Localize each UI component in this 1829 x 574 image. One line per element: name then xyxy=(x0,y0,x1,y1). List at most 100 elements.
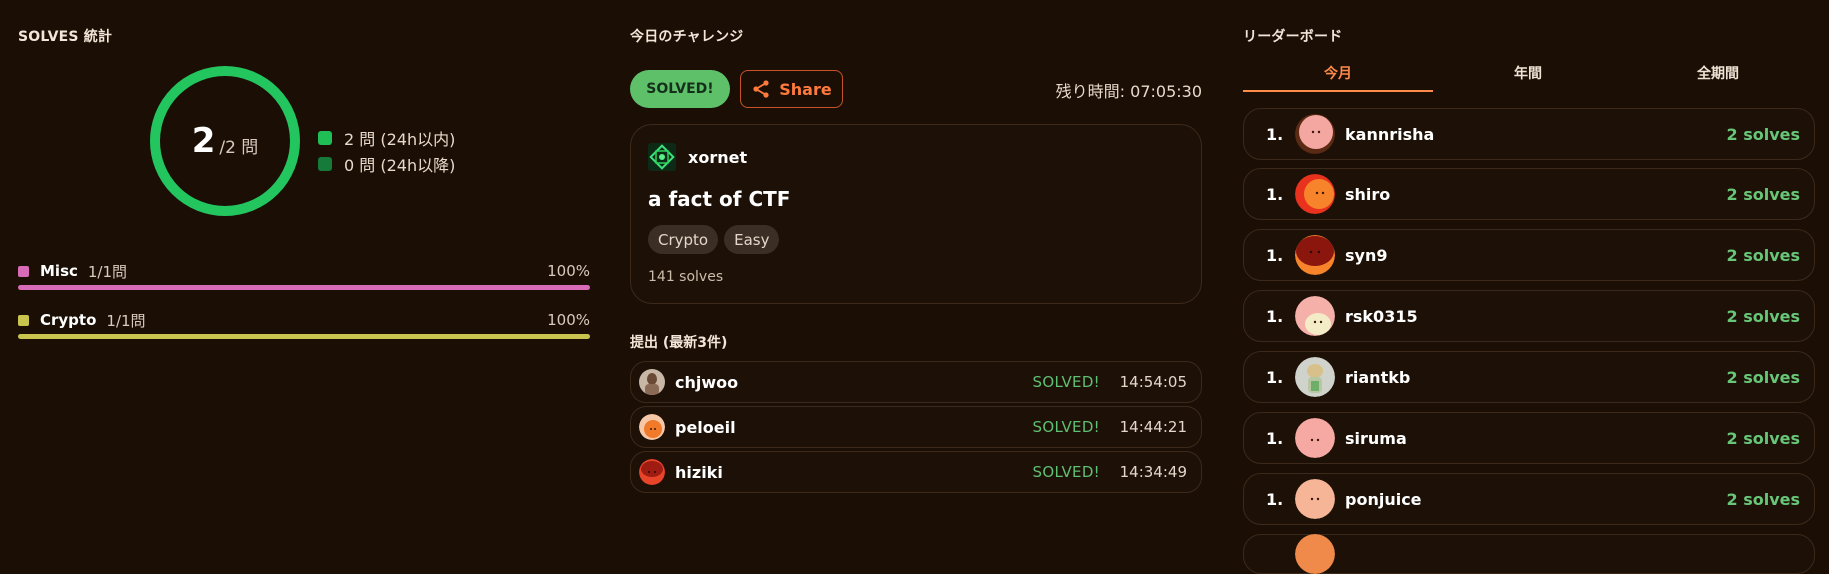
leaderboard-row[interactable]: 1. ponjuice 2 solves xyxy=(1243,473,1815,525)
submission-status: SOLVED! xyxy=(1032,463,1100,481)
legend-label-older: 0 問 (24h以降) xyxy=(344,156,456,175)
leaderboard-solves: 2 solves xyxy=(1726,489,1800,509)
submission-status: SOLVED! xyxy=(1032,418,1100,436)
leaderboard-user[interactable]: riantkb xyxy=(1345,368,1410,387)
leaderboard-rank: 1. xyxy=(1266,489,1284,509)
leaderboard-tabs: 今月 年間 全期間 xyxy=(1243,64,1815,92)
tab-all-time[interactable]: 全期間 xyxy=(1623,64,1813,92)
leaderboard-rank: 1. xyxy=(1266,367,1284,387)
daily-challenge-panel: 今日のチャレンジ SOLVED! Share 残り時間: 07:05:30 xo… xyxy=(630,0,1202,561)
leaderboard-rank: 1. xyxy=(1266,184,1284,204)
user-avatar xyxy=(639,414,665,440)
leaderboard-row-partial[interactable] xyxy=(1243,534,1815,574)
category-row-misc: Misc 1/1問 100% xyxy=(18,261,590,290)
category-count: 1/1問 xyxy=(87,262,128,281)
challenge-card[interactable]: xornet a fact of CTF Crypto Easy 141 sol… xyxy=(630,124,1202,304)
ring-center-label: 2 /2 問 xyxy=(148,64,302,218)
submission-user[interactable]: chjwoo xyxy=(675,373,738,392)
tag-difficulty: Easy xyxy=(724,225,780,254)
submission-row[interactable]: hiziki SOLVED! 14:34:49 xyxy=(630,451,1202,493)
user-avatar xyxy=(1295,357,1335,397)
user-avatar xyxy=(1295,479,1335,519)
category-row-crypto: Crypto 1/1問 100% xyxy=(18,310,590,339)
category-name: Crypto xyxy=(40,311,97,329)
legend-label-recent: 2 問 (24h以内) xyxy=(344,130,456,149)
solves-ring-chart: 2 /2 問 xyxy=(148,64,302,218)
total-count: /2 問 xyxy=(219,137,259,158)
category-name: Misc xyxy=(40,262,78,280)
solved-count: 2 xyxy=(191,121,216,161)
user-avatar xyxy=(639,459,665,485)
category-progress-track xyxy=(18,285,590,290)
author-logo-icon xyxy=(648,143,676,171)
tag-category: Crypto xyxy=(648,225,719,254)
legend-item-older: 0 問 (24h以降) xyxy=(318,153,455,175)
author-name: xornet xyxy=(688,147,748,167)
leaderboard-row[interactable]: 1. kannrisha 2 solves xyxy=(1243,108,1815,160)
tab-this-month[interactable]: 今月 xyxy=(1243,64,1433,92)
legend-swatch-recent xyxy=(318,131,332,145)
share-label: Share xyxy=(779,79,832,99)
category-progress-bar xyxy=(18,334,590,339)
leaderboard-user[interactable]: kannrisha xyxy=(1345,125,1434,144)
leaderboard-rank: 1. xyxy=(1266,428,1284,448)
leaderboard-row[interactable]: 1. shiro 2 solves xyxy=(1243,168,1815,220)
leaderboard-user[interactable]: siruma xyxy=(1345,429,1407,448)
solved-badge: SOLVED! xyxy=(630,70,730,108)
category-progress-track xyxy=(18,334,590,339)
leaderboard-solves: 2 solves xyxy=(1726,245,1800,265)
leaderboard-user[interactable]: ponjuice xyxy=(1345,490,1422,509)
user-avatar xyxy=(1295,418,1335,458)
category-swatch-crypto xyxy=(18,314,29,326)
leaderboard-rank: 1. xyxy=(1266,124,1284,144)
legend-swatch-older xyxy=(318,157,332,171)
submission-time: 14:54:05 xyxy=(1119,373,1187,391)
challenge-title: a fact of CTF xyxy=(648,187,791,211)
leaderboard-rank: 1. xyxy=(1266,245,1284,265)
user-avatar xyxy=(1295,296,1335,336)
leaderboard-solves: 2 solves xyxy=(1726,124,1800,144)
leaderboard-user[interactable]: shiro xyxy=(1345,185,1390,204)
leaderboard-solves: 2 solves xyxy=(1726,306,1800,326)
category-progress-bar xyxy=(18,285,590,290)
leaderboard-row[interactable]: 1. siruma 2 solves xyxy=(1243,412,1815,464)
category-percent: 100% xyxy=(547,262,590,280)
challenge-section-title: 今日のチャレンジ xyxy=(630,29,744,45)
challenge-author: xornet xyxy=(648,143,747,171)
user-avatar xyxy=(1295,174,1335,214)
challenge-solves-count: 141 solves xyxy=(648,269,724,285)
leaderboard-solves: 2 solves xyxy=(1726,184,1800,204)
submission-row[interactable]: peloeil SOLVED! 14:44:21 xyxy=(630,406,1202,448)
category-swatch-misc xyxy=(18,265,29,277)
leaderboard-row[interactable]: 1. riantkb 2 solves xyxy=(1243,351,1815,403)
submission-row[interactable]: chjwoo SOLVED! 14:54:05 xyxy=(630,361,1202,403)
time-remaining: 残り時間: 07:05:30 xyxy=(1055,82,1202,101)
challenge-tags: Crypto Easy xyxy=(648,225,780,254)
user-avatar xyxy=(639,369,665,395)
tab-year[interactable]: 年間 xyxy=(1433,64,1623,92)
category-percent: 100% xyxy=(547,311,590,329)
legend-item-recent: 2 問 (24h以内) xyxy=(318,127,455,149)
leaderboard-row[interactable]: 1. syn9 2 solves xyxy=(1243,229,1815,281)
submission-user[interactable]: peloeil xyxy=(675,418,736,437)
share-button[interactable]: Share xyxy=(740,70,843,108)
leaderboard-user[interactable]: rsk0315 xyxy=(1345,307,1418,326)
leaderboard-solves: 2 solves xyxy=(1726,367,1800,387)
leaderboard-panel: リーダーボード 今月 年間 全期間 1. kannrisha 2 solves … xyxy=(1243,0,1815,574)
submission-user[interactable]: hiziki xyxy=(675,463,723,482)
leaderboard-solves: 2 solves xyxy=(1726,428,1800,448)
user-avatar xyxy=(1295,235,1335,275)
share-icon xyxy=(753,80,769,98)
leaderboard-title: リーダーボード xyxy=(1243,29,1343,45)
category-count: 1/1問 xyxy=(106,311,146,330)
leaderboard-row[interactable]: 1. rsk0315 2 solves xyxy=(1243,290,1815,342)
leaderboard-rank: 1. xyxy=(1266,306,1284,326)
submission-status: SOLVED! xyxy=(1032,373,1100,391)
submission-time: 14:34:49 xyxy=(1119,463,1187,481)
ring-legend: 2 問 (24h以内) 0 問 (24h以降) xyxy=(318,127,455,179)
user-avatar xyxy=(1295,114,1335,154)
submission-time: 14:44:21 xyxy=(1119,418,1187,436)
submissions-title: 提出 (最新3件) xyxy=(630,335,728,351)
user-avatar xyxy=(1295,534,1335,574)
leaderboard-user[interactable]: syn9 xyxy=(1345,246,1387,265)
